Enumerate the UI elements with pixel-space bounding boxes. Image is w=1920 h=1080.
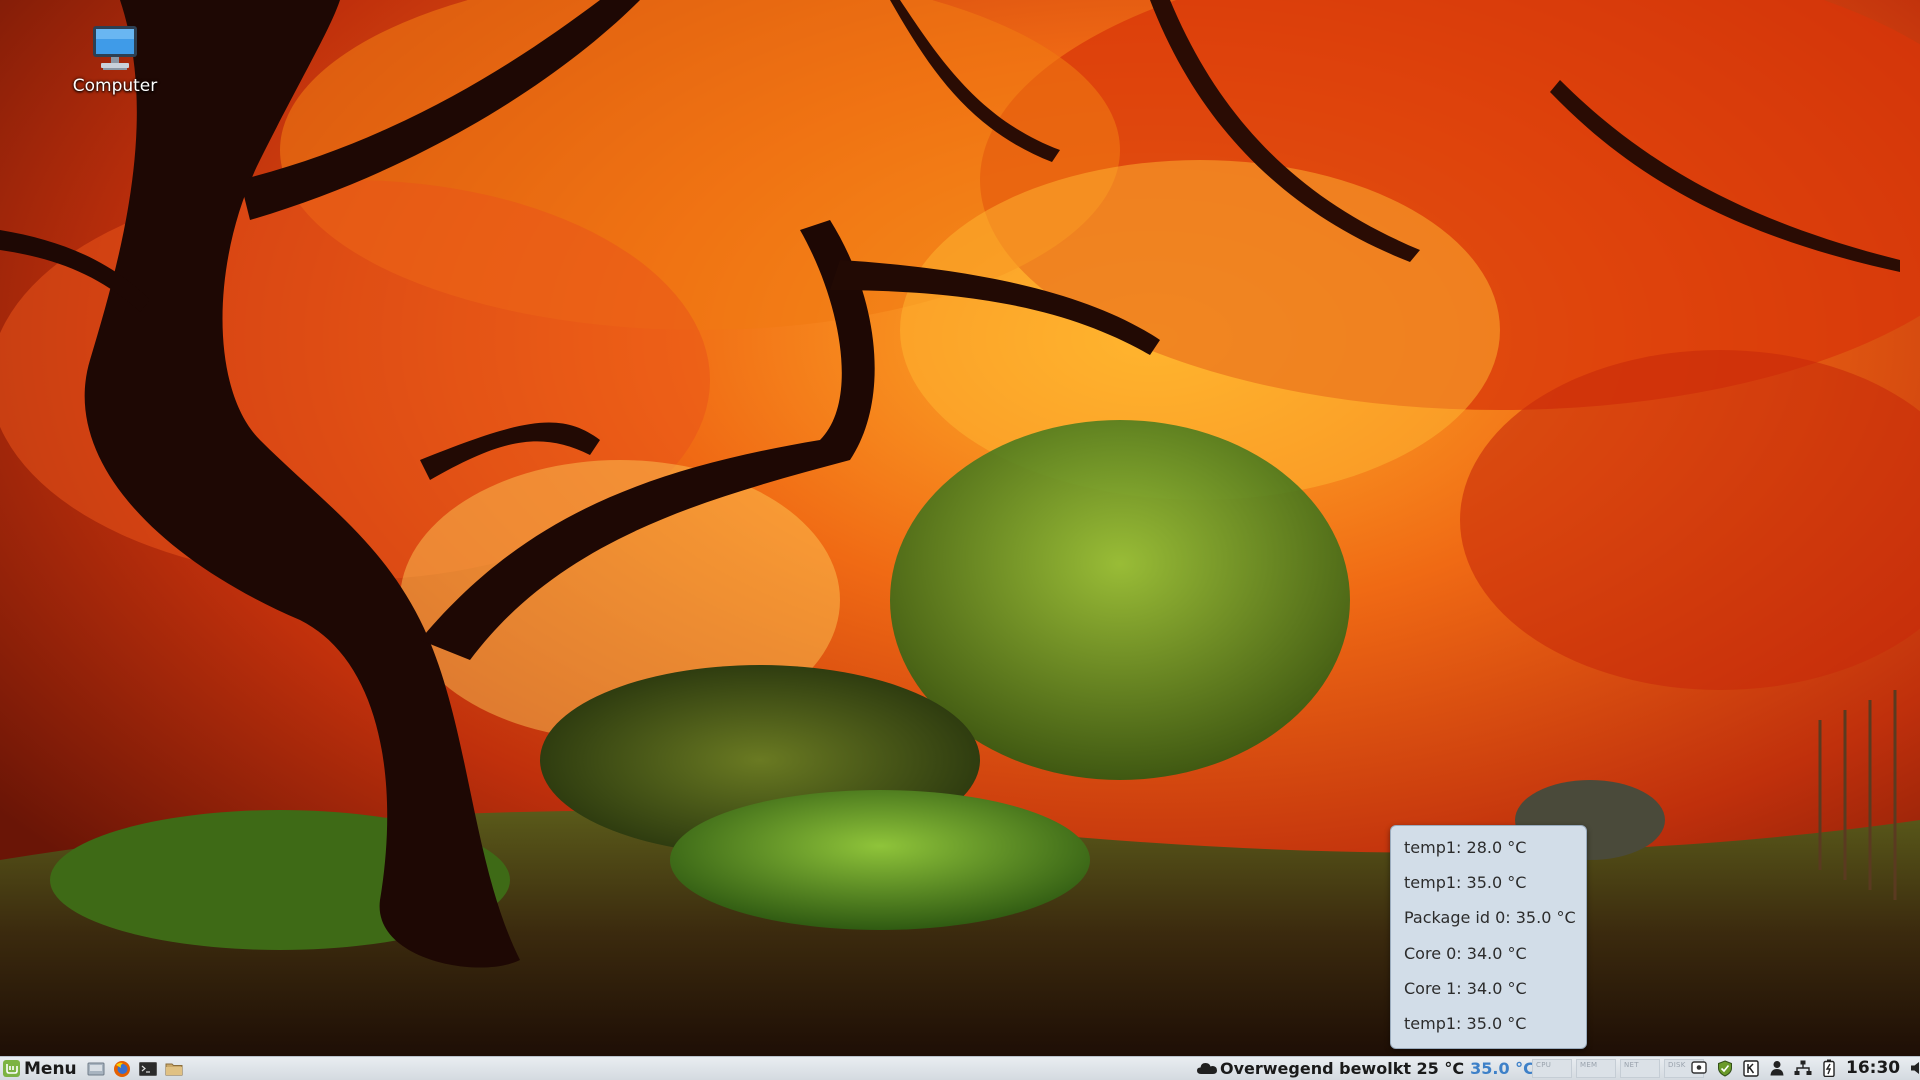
disk-graph-label: DISK xyxy=(1668,1061,1686,1069)
sensors-tooltip: temp1: 28.0 °C temp1: 35.0 °C Package id… xyxy=(1390,825,1587,1049)
screen-icon xyxy=(1691,1061,1707,1074)
firefox-launcher[interactable] xyxy=(109,1058,135,1080)
keyboard-tray-item[interactable] xyxy=(1738,1057,1764,1079)
terminal-launcher[interactable] xyxy=(135,1058,161,1080)
desktop-wallpaper xyxy=(0,0,1920,1056)
keyboard-icon xyxy=(1743,1059,1759,1077)
battery-tray-item[interactable] xyxy=(1816,1057,1842,1079)
net-graph-label: NET xyxy=(1624,1061,1639,1069)
computer-icon xyxy=(93,26,137,70)
files-icon xyxy=(165,1063,183,1075)
user-icon xyxy=(1770,1061,1784,1076)
sensor-reading: temp1: 35.0 °C xyxy=(1404,873,1527,893)
net-graph: NET xyxy=(1620,1059,1660,1078)
show-desktop-icon xyxy=(87,1062,105,1075)
weather-text: Overwegend bewolkt 25 °C xyxy=(1220,1058,1465,1078)
volume-icon xyxy=(1911,1062,1920,1074)
system-monitor-graphs[interactable]: CPU MEM NET DISK xyxy=(1532,1059,1708,1078)
desktop-icon-computer[interactable]: Computer xyxy=(62,24,168,102)
shield-check-icon xyxy=(1718,1059,1732,1077)
menu-button[interactable]: Menu xyxy=(0,1058,83,1080)
mem-graph-label: MEM xyxy=(1580,1061,1598,1069)
mem-graph: MEM xyxy=(1576,1059,1616,1078)
network-tray-item[interactable] xyxy=(1790,1057,1816,1079)
update-manager-tray-item[interactable] xyxy=(1712,1057,1738,1079)
mint-logo-icon xyxy=(3,1060,20,1077)
files-launcher[interactable] xyxy=(161,1058,187,1080)
show-desktop-launcher[interactable] xyxy=(83,1058,109,1080)
sensor-temp-reading[interactable]: 35.0 °C xyxy=(1470,1059,1535,1078)
cpu-graph: CPU xyxy=(1532,1059,1572,1078)
firefox-icon xyxy=(113,1060,130,1077)
sensor-reading: Core 0: 34.0 °C xyxy=(1404,943,1527,963)
desktop-icon-label: Computer xyxy=(72,76,158,96)
weather-applet[interactable]: Overwegend bewolkt 25 °C 35.0 °C xyxy=(1196,1057,1535,1079)
user-tray-item[interactable] xyxy=(1764,1057,1790,1079)
sensor-reading: Package id 0: 35.0 °C xyxy=(1404,908,1576,928)
sensor-reading: Core 1: 34.0 °C xyxy=(1404,978,1527,998)
sensor-reading: temp1: 35.0 °C xyxy=(1404,1013,1527,1033)
volume-tray-item[interactable] xyxy=(1906,1057,1920,1079)
menu-label: Menu xyxy=(24,1058,77,1079)
sensor-reading: temp1: 28.0 °C xyxy=(1404,838,1527,857)
network-icon xyxy=(1794,1060,1812,1075)
cloud-icon xyxy=(1197,1063,1217,1074)
screen-tray-item[interactable] xyxy=(1686,1057,1712,1079)
terminal-icon xyxy=(138,1061,157,1076)
battery-icon xyxy=(1823,1059,1835,1077)
system-tray: 16:30 xyxy=(1686,1057,1920,1079)
taskbar-panel: Menu Overwegend bewolkt 25 °C 35.0 °C CP… xyxy=(0,1056,1920,1080)
panel-clock[interactable]: 16:30 xyxy=(1846,1058,1900,1078)
cpu-graph-label: CPU xyxy=(1536,1061,1552,1069)
